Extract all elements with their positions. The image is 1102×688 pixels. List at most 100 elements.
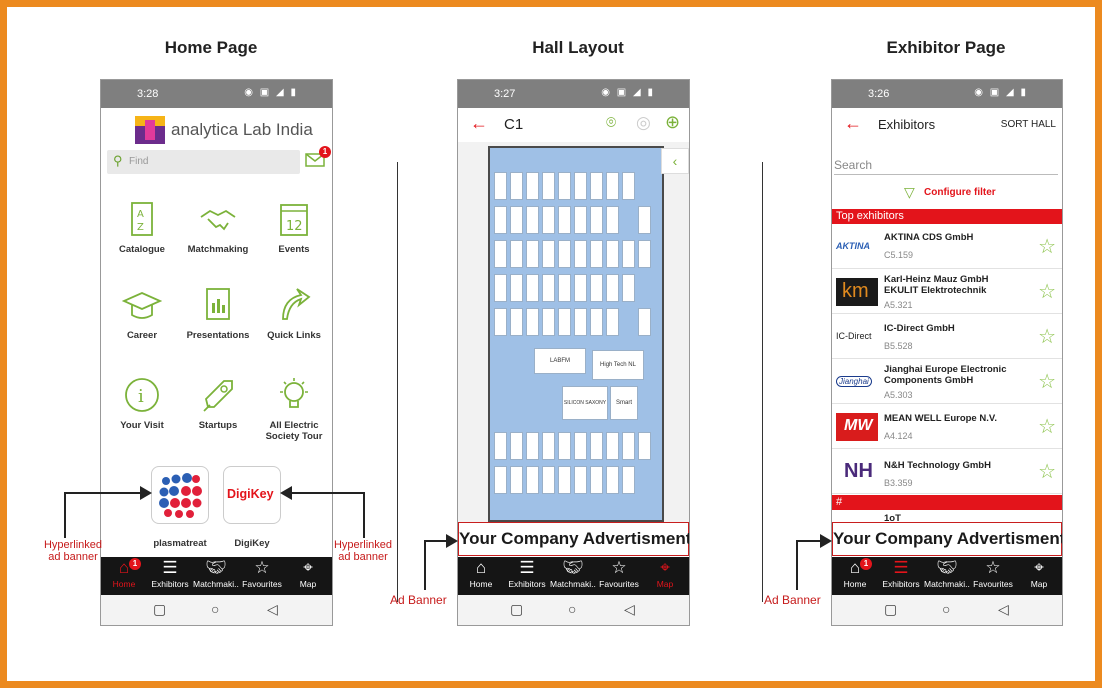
system-home-icon[interactable]: ○	[942, 601, 950, 617]
booth-cell[interactable]	[606, 206, 619, 234]
configure-filter-button[interactable]: ▽ Configure filter	[904, 184, 1054, 204]
booth-cell[interactable]	[574, 432, 587, 460]
booth-cell[interactable]	[574, 308, 587, 336]
booth-high-tech-nl[interactable]: High Tech NL	[592, 350, 644, 380]
tile-your-visit[interactable]: i Your Visit	[107, 374, 177, 431]
exhibitor-row[interactable]: MW MEAN WELL Europe N.V. A4.124 ☆	[832, 405, 1062, 449]
booth-cell[interactable]	[606, 172, 619, 200]
booth-cell[interactable]	[590, 308, 603, 336]
booth-cell[interactable]	[638, 308, 651, 336]
booth-cell[interactable]	[542, 432, 555, 460]
crosshair-icon[interactable]: ⊕	[665, 112, 680, 133]
booth-cell[interactable]	[510, 172, 523, 200]
tile-catalogue[interactable]: AZ Catalogue	[107, 198, 177, 255]
favourite-star-icon[interactable]: ☆	[1038, 462, 1056, 482]
booth-cell[interactable]	[558, 432, 571, 460]
nav-favourites[interactable]: ☆ Favourites	[970, 557, 1016, 595]
recents-icon[interactable]: ▢	[884, 601, 897, 618]
digikey-ad-banner[interactable]: DigiKey	[223, 466, 281, 524]
hall-ad-banner[interactable]: Your Company Advertisment	[458, 522, 689, 556]
booth-cell[interactable]	[590, 466, 603, 494]
location-pin-icon[interactable]: ⌾	[606, 113, 616, 133]
booth-cell[interactable]	[558, 240, 571, 268]
nav-matchmaking[interactable]: 🤝︎ Matchmaki...	[193, 557, 239, 595]
booth-cell[interactable]	[542, 206, 555, 234]
back-icon[interactable]: ◁	[267, 601, 278, 618]
nav-matchmaking[interactable]: 🤝︎ Matchmaki...	[550, 557, 596, 595]
exhibitor-row[interactable]: IC-Direct IC-Direct GmbH B5.528 ☆	[832, 315, 1062, 359]
booth-cell[interactable]	[574, 240, 587, 268]
booth-cell[interactable]	[510, 308, 523, 336]
booth-cell[interactable]	[558, 308, 571, 336]
booth-cell[interactable]	[510, 274, 523, 302]
exhibitor-ad-banner[interactable]: Your Company Advertisment	[832, 522, 1062, 556]
exhibitor-row[interactable]: km Karl-Heinz Mauz GmbH EKULIT Elektrote…	[832, 270, 1062, 314]
nav-matchmaking[interactable]: 🤝︎ Matchmaki...	[924, 557, 970, 595]
booth-cell[interactable]	[494, 308, 507, 336]
back-arrow-icon[interactable]: ←	[844, 113, 862, 134]
booth-cell[interactable]	[542, 466, 555, 494]
favourite-star-icon[interactable]: ☆	[1038, 282, 1056, 302]
favourite-star-icon[interactable]: ☆	[1038, 237, 1056, 257]
booth-cell[interactable]	[606, 466, 619, 494]
nav-exhibitors[interactable]: ☰ Exhibitors	[147, 557, 193, 595]
booth-cell[interactable]	[510, 206, 523, 234]
booth-cell[interactable]	[542, 274, 555, 302]
booth-cell[interactable]	[622, 274, 635, 302]
system-home-icon[interactable]: ○	[211, 601, 219, 617]
nav-home[interactable]: ⌂ Home	[458, 557, 504, 595]
booth-cell[interactable]	[526, 432, 539, 460]
exhibitor-row[interactable]: AKTINA AKTINA CDS GmbH C5.159 ☆	[832, 225, 1062, 269]
booth-cell[interactable]	[542, 240, 555, 268]
booth-cell[interactable]	[526, 206, 539, 234]
sort-hall-button[interactable]: SORT HALL	[1001, 119, 1056, 130]
booth-cell[interactable]	[526, 172, 539, 200]
booth-cell[interactable]	[494, 274, 507, 302]
booth-cell[interactable]	[558, 172, 571, 200]
plasmatreat-ad-banner[interactable]	[151, 466, 209, 524]
booth-cell[interactable]	[526, 308, 539, 336]
booth-cell[interactable]	[526, 466, 539, 494]
tile-quick-links[interactable]: Quick Links	[259, 284, 329, 341]
booth-cell[interactable]	[590, 274, 603, 302]
tile-all-electric[interactable]: All Electric Society Tour	[253, 374, 332, 442]
tile-startups[interactable]: Startups	[183, 374, 253, 431]
booth-cell[interactable]	[606, 308, 619, 336]
booth-cell[interactable]	[574, 466, 587, 494]
booth-cell[interactable]	[510, 240, 523, 268]
tile-presentations[interactable]: Presentations	[183, 284, 253, 341]
booth-cell[interactable]	[494, 466, 507, 494]
booth-cell[interactable]	[558, 466, 571, 494]
booth-cell[interactable]	[590, 206, 603, 234]
nav-map[interactable]: ⌖ Map	[285, 557, 331, 595]
tile-career[interactable]: Career	[107, 284, 177, 341]
nav-favourites[interactable]: ☆ Favourites	[596, 557, 642, 595]
search-box[interactable]: ⚲ Find	[107, 150, 300, 174]
booth-cell[interactable]	[510, 466, 523, 494]
booth-cell[interactable]	[590, 172, 603, 200]
recents-icon[interactable]: ▢	[153, 601, 166, 618]
booth-cell[interactable]	[574, 206, 587, 234]
booth-cell[interactable]	[622, 432, 635, 460]
back-icon[interactable]: ◁	[624, 601, 635, 618]
booth-cell[interactable]	[494, 206, 507, 234]
booth-cell[interactable]	[638, 240, 651, 268]
booth-cell[interactable]	[638, 432, 651, 460]
system-home-icon[interactable]: ○	[568, 601, 576, 617]
side-panel-toggle[interactable]: ‹	[661, 148, 689, 174]
tile-matchmaking[interactable]: Matchmaking	[183, 198, 253, 255]
booth-cell[interactable]	[606, 240, 619, 268]
booth-cell[interactable]	[494, 432, 507, 460]
booth-silicon-saxony[interactable]: SILICON SAXONY	[562, 386, 608, 420]
nav-map[interactable]: ⌖ Map	[642, 557, 688, 595]
exhibitor-row[interactable]: NH N&H Technology GmbH B3.359 ☆	[832, 450, 1062, 494]
nav-favourites[interactable]: ☆ Favourites	[239, 557, 285, 595]
back-icon[interactable]: ◁	[998, 601, 1009, 618]
favourite-star-icon[interactable]: ☆	[1038, 417, 1056, 437]
booth-cell[interactable]	[590, 432, 603, 460]
booth-cell[interactable]	[638, 206, 651, 234]
booth-cell[interactable]	[558, 206, 571, 234]
booth-cell[interactable]	[494, 240, 507, 268]
booth-cell[interactable]	[526, 274, 539, 302]
booth-cell[interactable]	[590, 240, 603, 268]
